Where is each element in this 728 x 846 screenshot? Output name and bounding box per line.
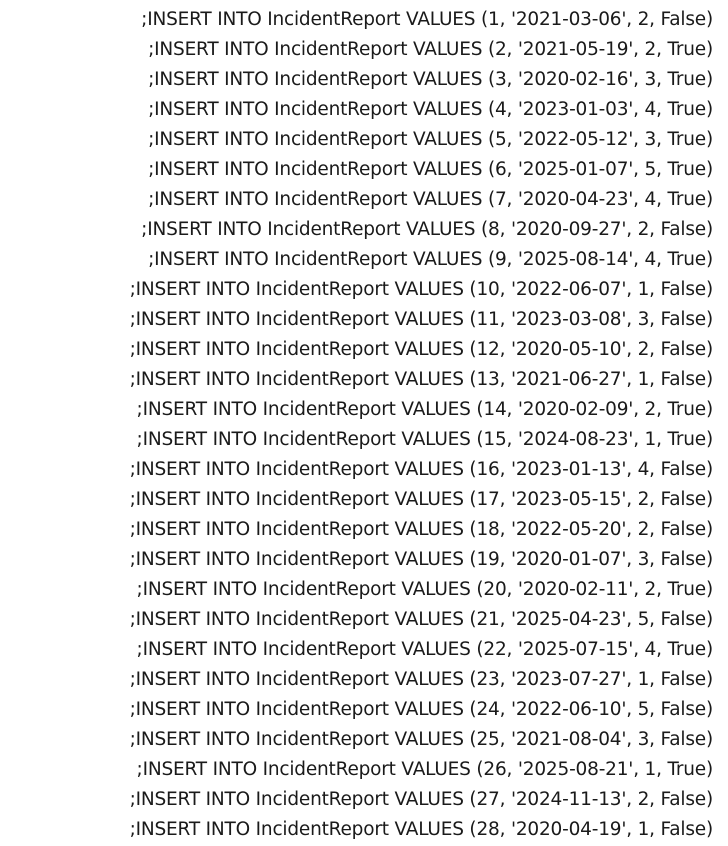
- sql-line: ;INSERT INTO IncidentReport VALUES (20, …: [136, 579, 714, 600]
- sql-line: ;INSERT INTO IncidentReport VALUES (13, …: [129, 369, 714, 390]
- sql-line: ;INSERT INTO IncidentReport VALUES (4, '…: [148, 99, 713, 120]
- sql-line: ;INSERT INTO IncidentReport VALUES (6, '…: [148, 159, 713, 180]
- sql-line: ;INSERT INTO IncidentReport VALUES (24, …: [129, 699, 714, 720]
- sql-line: ;INSERT INTO IncidentReport VALUES (9, '…: [148, 249, 713, 270]
- sql-line: ;INSERT INTO IncidentReport VALUES (21, …: [129, 609, 714, 630]
- sql-line: ;INSERT INTO IncidentReport VALUES (8, '…: [141, 219, 713, 240]
- sql-line: ;INSERT INTO IncidentReport VALUES (11, …: [129, 309, 714, 330]
- sql-line: ;INSERT INTO IncidentReport VALUES (22, …: [136, 639, 714, 660]
- sql-line: ;INSERT INTO IncidentReport VALUES (19, …: [129, 549, 714, 570]
- sql-line: ;INSERT INTO IncidentReport VALUES (7, '…: [148, 189, 713, 210]
- sql-line: ;INSERT INTO IncidentReport VALUES (3, '…: [148, 69, 713, 90]
- sql-line: ;INSERT INTO IncidentReport VALUES (17, …: [129, 489, 714, 510]
- sql-line: ;INSERT INTO IncidentReport VALUES (10, …: [129, 279, 714, 300]
- sql-line: ;INSERT INTO IncidentReport VALUES (1, '…: [141, 9, 713, 30]
- sql-line: ;INSERT INTO IncidentReport VALUES (5, '…: [148, 129, 713, 150]
- sql-line: ;INSERT INTO IncidentReport VALUES (16, …: [129, 459, 714, 480]
- sql-line: ;INSERT INTO IncidentReport VALUES (28, …: [129, 819, 714, 840]
- sql-line: ;INSERT INTO IncidentReport VALUES (18, …: [129, 519, 714, 540]
- sql-line: ;INSERT INTO IncidentReport VALUES (25, …: [129, 729, 714, 750]
- sql-line: ;INSERT INTO IncidentReport VALUES (12, …: [129, 339, 714, 360]
- sql-line: ;INSERT INTO IncidentReport VALUES (2, '…: [148, 39, 713, 60]
- sql-line: ;INSERT INTO IncidentReport VALUES (14, …: [136, 399, 714, 420]
- sql-line: ;INSERT INTO IncidentReport VALUES (26, …: [136, 759, 714, 780]
- sql-line: ;INSERT INTO IncidentReport VALUES (23, …: [129, 669, 714, 690]
- sql-line: ;INSERT INTO IncidentReport VALUES (15, …: [136, 429, 714, 450]
- sql-line: ;INSERT INTO IncidentReport VALUES (27, …: [129, 789, 714, 810]
- text-editor-area[interactable]: ;INSERT INTO IncidentReport VALUES (1, '…: [0, 5, 728, 846]
